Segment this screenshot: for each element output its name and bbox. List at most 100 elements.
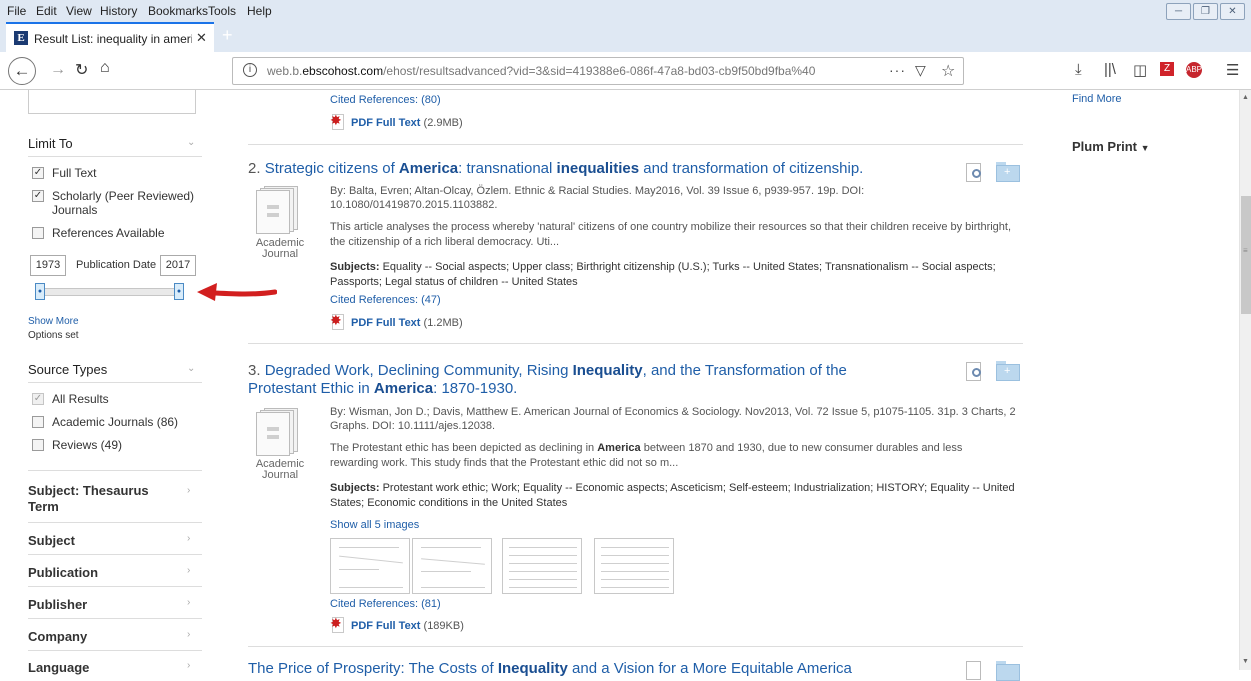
image-thumbnail-2[interactable] [412, 538, 492, 594]
facet-subject-thesaurus-line2[interactable]: Term [28, 499, 59, 514]
reviews-label[interactable]: Reviews (49) [52, 438, 122, 452]
pub-date-from-input[interactable]: 1973 [30, 255, 66, 276]
adblock-icon[interactable]: ABP [1186, 62, 1202, 78]
new-tab-icon[interactable]: + [222, 25, 233, 46]
downloads-icon[interactable]: ⤓ [1075, 61, 1082, 78]
chevron-right-icon[interactable]: › [187, 533, 190, 544]
r2-title[interactable]: 2. Strategic citizens of America: transn… [248, 160, 863, 177]
add-to-folder-icon[interactable] [996, 661, 1020, 681]
tab-result-list[interactable]: E Result List: inequality in americ ✕ [6, 22, 214, 52]
r3-show-all-images[interactable]: Show all 5 images [330, 519, 419, 531]
bookmark-star-icon[interactable]: ☆ [941, 61, 955, 81]
facet-publication[interactable]: Publication [28, 565, 98, 580]
preview-icon[interactable] [966, 163, 986, 183]
facet-publisher[interactable]: Publisher [28, 597, 87, 612]
full-text-label[interactable]: Full Text [52, 166, 96, 180]
minimize-icon[interactable]: ─ [1166, 3, 1191, 20]
add-to-folder-icon[interactable]: + [996, 361, 1020, 381]
r3-title[interactable]: 3. Degraded Work, Declining Community, R… [248, 362, 847, 379]
checkbox-references-available[interactable] [32, 227, 44, 239]
preview-icon[interactable] [966, 661, 986, 681]
close-tab-icon[interactable]: ✕ [196, 30, 207, 46]
slider-handle-right[interactable]: ● [174, 283, 184, 300]
all-results-label[interactable]: All Results [52, 392, 109, 406]
r3-doctype-line2: Journal [261, 469, 299, 481]
reload-icon[interactable]: ↻ [75, 60, 88, 80]
scroll-thumb[interactable] [1241, 196, 1251, 314]
checkbox-academic-journals[interactable] [32, 416, 44, 428]
chevron-down-icon[interactable]: ⌄ [187, 137, 195, 148]
academic-journal-icon [256, 186, 302, 234]
pub-date-to-input[interactable]: 2017 [160, 255, 196, 276]
divider [28, 554, 202, 555]
sidebar-icon[interactable]: ◫ [1133, 61, 1147, 79]
r1-pdf-full-text[interactable]: PDF Full Text (2.9MB) [330, 112, 463, 130]
url-text[interactable]: web.b.ebscohost.com/ehost/resultsadvance… [267, 64, 865, 78]
pub-date-label: Publication Date [76, 259, 157, 271]
forward-icon[interactable]: → [50, 61, 66, 79]
checkbox-reviews[interactable] [32, 439, 44, 451]
checkbox-full-text[interactable]: ✓ [32, 167, 44, 179]
chevron-right-icon[interactable]: › [187, 565, 190, 576]
chevron-right-icon[interactable]: › [187, 660, 190, 671]
menu-hamburger-icon[interactable]: ☰ [1226, 61, 1239, 79]
references-available-label[interactable]: References Available [52, 226, 165, 240]
add-to-folder-icon[interactable]: + [996, 162, 1020, 182]
facet-subject-thesaurus[interactable]: Subject: Thesaurus [28, 483, 149, 498]
scroll-down-icon[interactable]: ▼ [1242, 658, 1249, 665]
r4-title-partial[interactable]: The Price of Prosperity: The Costs of In… [248, 660, 852, 677]
menu-tools[interactable]: Tools [208, 4, 236, 18]
back-icon[interactable]: ← [8, 57, 36, 85]
facet-subject[interactable]: Subject [28, 533, 75, 548]
r2-abstract-line2: the citizenship of a rich liberal democr… [330, 236, 560, 248]
checkbox-all-results[interactable]: ✓ [32, 393, 44, 405]
checkbox-scholarly[interactable]: ✓ [32, 190, 44, 202]
zotero-icon[interactable]: Z [1160, 62, 1174, 76]
r1-cited-references[interactable]: Cited References: (80) [330, 94, 441, 106]
chevron-right-icon[interactable]: › [187, 597, 190, 608]
r2-subjects-line2: Passports; Legal status of children -- U… [330, 276, 578, 288]
source-types-heading[interactable]: Source Types [28, 362, 107, 377]
preview-icon[interactable] [966, 362, 986, 382]
home-icon[interactable]: ⌂ [100, 59, 110, 77]
restore-icon[interactable]: ❐ [1193, 3, 1218, 20]
slider-handle-left[interactable]: ● [35, 283, 45, 300]
image-thumbnail-1[interactable] [330, 538, 410, 594]
chevron-right-icon[interactable]: › [187, 485, 190, 496]
page-scrollbar[interactable]: ▲ ≡ ▼ [1239, 90, 1251, 670]
url-bar[interactable]: i web.b.ebscohost.com/ehost/resultsadvan… [232, 57, 964, 85]
menu-help[interactable]: Help [247, 4, 272, 18]
pub-date-slider-track[interactable] [38, 288, 182, 296]
menu-bookmarks[interactable]: Bookmarks [148, 4, 208, 18]
scholarly-label-line2[interactable]: Journals [52, 203, 97, 217]
menu-history[interactable]: History [100, 4, 137, 18]
divider [28, 650, 202, 651]
page-actions-icon[interactable]: ··· [889, 62, 906, 78]
facet-company[interactable]: Company [28, 629, 87, 644]
limit-to-heading[interactable]: Limit To [28, 136, 73, 151]
close-window-icon[interactable]: ✕ [1220, 3, 1245, 20]
r2-pdf-full-text[interactable]: PDF Full Text (1.2MB) [330, 312, 463, 330]
info-icon[interactable]: i [243, 63, 257, 77]
plum-print-dropdown[interactable]: Plum Print ▼ [1072, 139, 1150, 154]
scholarly-label[interactable]: Scholarly (Peer Reviewed) [52, 189, 194, 203]
facet-language[interactable]: Language [28, 660, 89, 675]
r3-cited-references[interactable]: Cited References: (81) [330, 598, 441, 610]
r2-meta: By: Balta, Evren; Altan-Olcay, Özlem. Et… [330, 185, 865, 197]
scroll-up-icon[interactable]: ▲ [1242, 94, 1249, 101]
menu-view[interactable]: View [66, 4, 92, 18]
pocket-icon[interactable]: ▽ [915, 62, 926, 79]
r3-pdf-full-text[interactable]: PDF Full Text (189KB) [330, 615, 464, 633]
find-more-link[interactable]: Find More [1072, 93, 1122, 105]
r3-title-line2[interactable]: Protestant Ethic in America: 1870-1930. [248, 380, 517, 397]
r2-cited-references[interactable]: Cited References: (47) [330, 294, 441, 306]
menu-file[interactable]: File [7, 4, 26, 18]
image-thumbnail-4[interactable] [594, 538, 674, 594]
library-icon[interactable]: ||\ [1104, 61, 1116, 78]
chevron-down-icon[interactable]: ⌄ [187, 363, 195, 374]
show-more-link[interactable]: Show More [28, 316, 79, 327]
menu-edit[interactable]: Edit [36, 4, 57, 18]
image-thumbnail-3[interactable] [502, 538, 582, 594]
chevron-right-icon[interactable]: › [187, 629, 190, 640]
academic-journals-label[interactable]: Academic Journals (86) [52, 415, 178, 429]
